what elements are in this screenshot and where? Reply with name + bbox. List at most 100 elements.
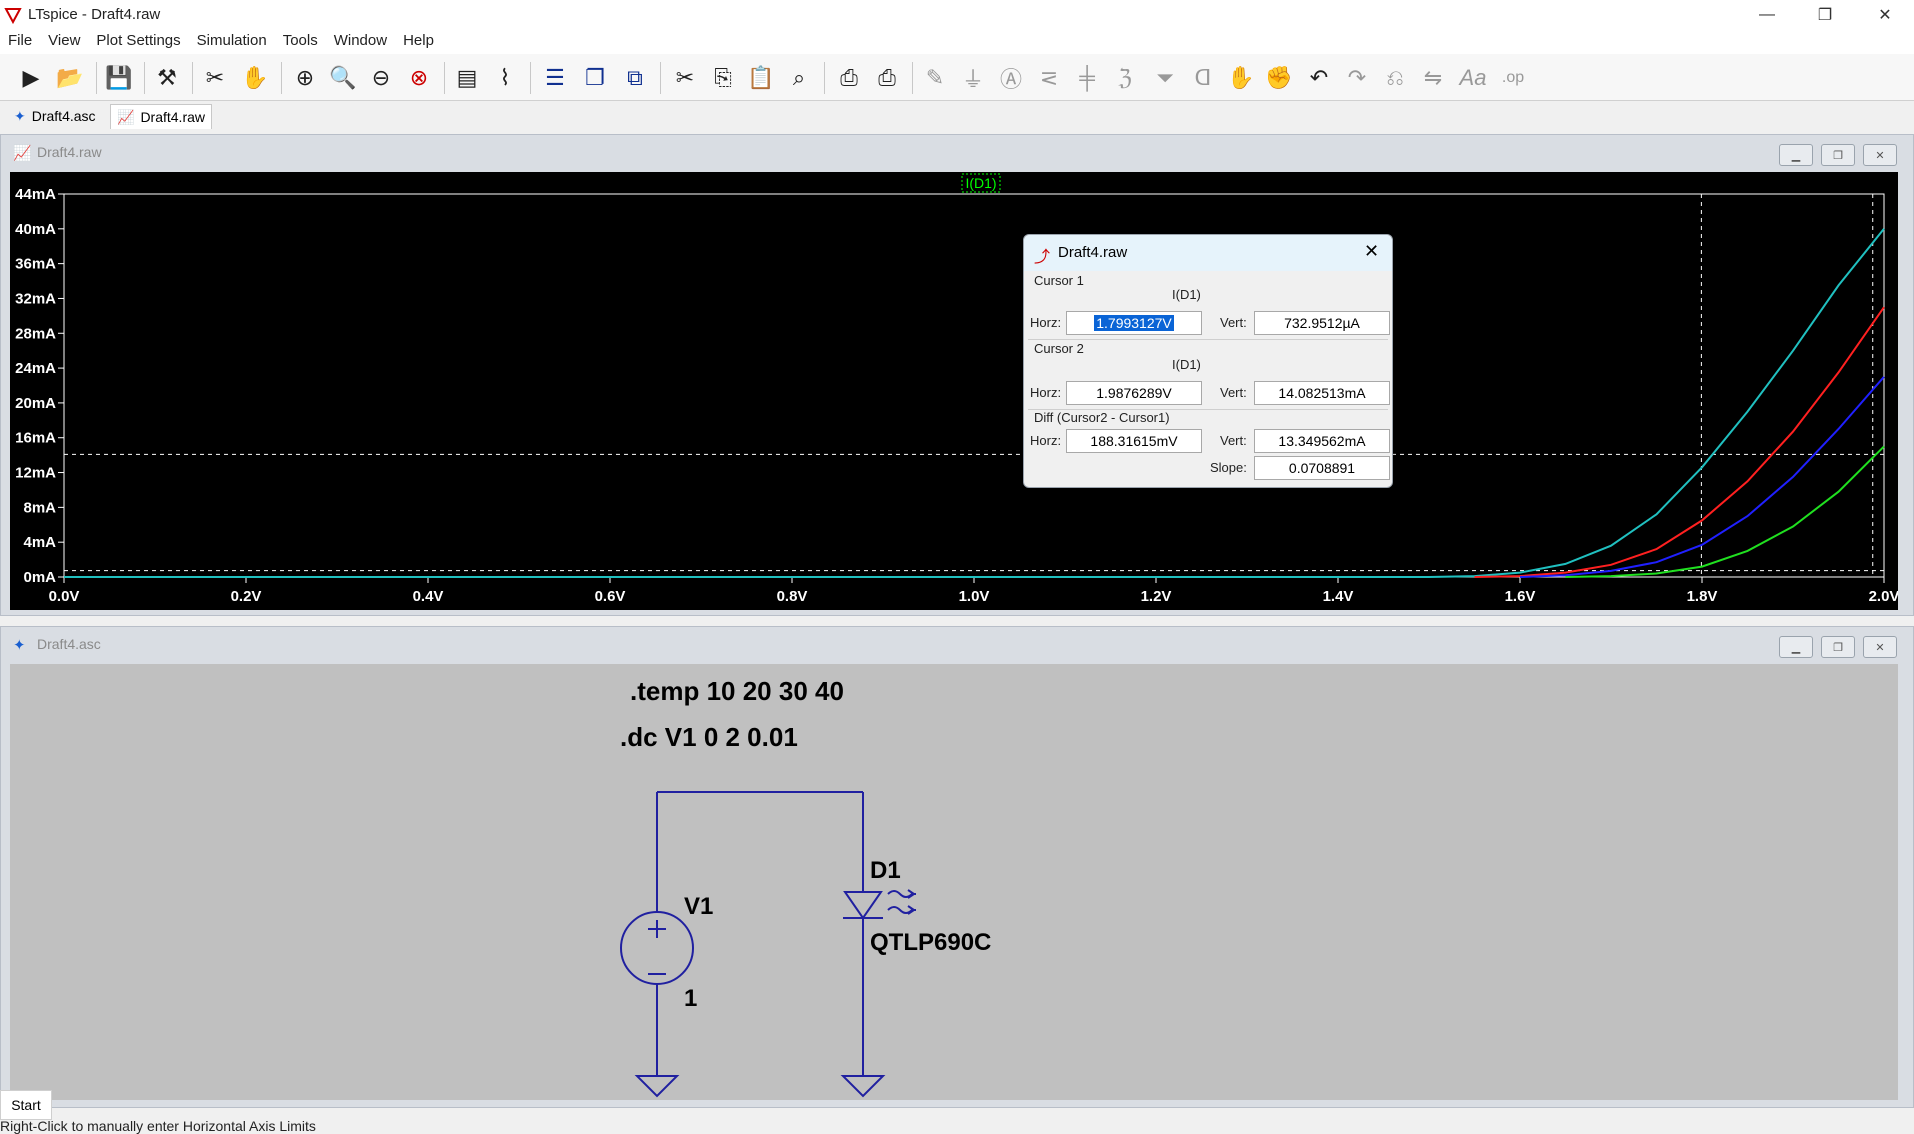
- x-tick-label[interactable]: 2.0V: [1869, 588, 1900, 605]
- diode-model[interactable]: QTLP690C: [870, 929, 991, 956]
- plot-maximize-button[interactable]: ❐: [1821, 144, 1855, 166]
- x-tick-label[interactable]: 0.6V: [595, 588, 626, 605]
- title-bar: LTspice - Draft4.raw — ❐ ✕: [0, 0, 1914, 30]
- cut-icon[interactable]: ✂: [670, 63, 700, 93]
- x-tick-label[interactable]: 0.2V: [231, 588, 262, 605]
- menu-view[interactable]: View: [40, 30, 88, 54]
- tab-label: Draft4.raw: [140, 109, 206, 125]
- cursor2-vert-field[interactable]: 14.082513mA: [1254, 381, 1390, 405]
- rotate-icon[interactable]: ⎌: [1380, 63, 1410, 93]
- voltage-source-icon[interactable]: [620, 911, 694, 985]
- menu-plot-settings[interactable]: Plot Settings: [88, 30, 188, 54]
- paste-icon[interactable]: 📋: [746, 63, 776, 93]
- diode-name[interactable]: D1: [870, 857, 901, 884]
- slope-field[interactable]: 0.0708891: [1254, 456, 1390, 480]
- tile-vertical-icon[interactable]: ⧉: [620, 63, 650, 93]
- plot-close-button[interactable]: ✕: [1863, 144, 1897, 166]
- diff-vert-field[interactable]: 13.349562mA: [1254, 429, 1390, 453]
- mirror-icon[interactable]: ⇋: [1418, 63, 1448, 93]
- cursor1-horz-field[interactable]: 1.7993127V: [1066, 311, 1202, 335]
- halt-icon[interactable]: ✂: [200, 63, 230, 93]
- menu-file[interactable]: File: [0, 30, 40, 54]
- restore-button[interactable]: ❐: [1796, 0, 1854, 30]
- zoom-area-icon[interactable]: 🔍: [328, 63, 358, 93]
- cascade-icon[interactable]: ❐: [580, 63, 610, 93]
- minimize-button[interactable]: —: [1738, 0, 1796, 30]
- plot-minimize-button[interactable]: ▁: [1779, 144, 1813, 166]
- menu-window[interactable]: Window: [326, 30, 395, 54]
- diode-icon[interactable]: [843, 889, 916, 920]
- schematic-minimize-button[interactable]: ▁: [1779, 636, 1813, 658]
- tab-draft4-asc[interactable]: ✦ Draft4.asc: [8, 104, 102, 128]
- schematic-drawing[interactable]: .temp 10 20 30 40 .dc V1 0 2 0.01 V1 1 D…: [10, 664, 1898, 1100]
- x-tick-label[interactable]: 1.0V: [959, 588, 990, 605]
- dialog-close-icon[interactable]: ✕: [1364, 241, 1379, 262]
- schematic-close-button[interactable]: ✕: [1863, 636, 1897, 658]
- x-tick-label[interactable]: 0.0V: [49, 588, 80, 605]
- trace-label[interactable]: I(D1): [965, 175, 996, 191]
- menu-tools[interactable]: Tools: [275, 30, 326, 54]
- diode-icon[interactable]: ⏷: [1150, 63, 1180, 93]
- waveform-chart[interactable]: 0mA 4mA 8mA 12mA 16mA 20mA 24mA 28mA 32mA 36mA 40m…: [10, 172, 1900, 610]
- run-icon[interactable]: ▶: [16, 63, 46, 93]
- menu-bar: File View Plot Settings Simulation Tools…: [0, 30, 1914, 54]
- print-icon[interactable]: ⎙: [834, 63, 864, 93]
- tab-draft4-raw[interactable]: 📈 Draft4.raw: [110, 104, 213, 129]
- open-icon[interactable]: 📂: [55, 63, 85, 93]
- pan-icon[interactable]: ✋: [240, 63, 270, 93]
- spice-directive-icon[interactable]: .op: [1498, 63, 1528, 93]
- find-icon[interactable]: ⌕: [784, 63, 814, 93]
- zoom-in-icon[interactable]: ⊕: [290, 63, 320, 93]
- plot-area[interactable]: 0mA 4mA 8mA 12mA 16mA 20mA 24mA 28mA 32mA 36mA 40m…: [10, 172, 1900, 610]
- cursor2-horz-field[interactable]: 1.9876289V: [1066, 381, 1202, 405]
- component-icon[interactable]: ᗡ: [1188, 63, 1218, 93]
- toolbar: ▶ 📂 💾 ⚒ ✂ ✋ ⊕ 🔍 ⊖ ⊗ ▤ ⌇ ☰ ❐ ⧉ ✂ ⎘ 📋 ⌕ ⎙ …: [0, 54, 1914, 101]
- x-tick-label[interactable]: 1.4V: [1323, 588, 1354, 605]
- close-button[interactable]: ✕: [1856, 0, 1914, 30]
- plot-window-title: Draft4.raw: [37, 144, 102, 160]
- capacitor-icon[interactable]: ╪: [1072, 63, 1102, 93]
- x-tick-label[interactable]: 0.4V: [413, 588, 444, 605]
- inductor-icon[interactable]: ℨ: [1110, 63, 1140, 93]
- move-icon[interactable]: ✋: [1226, 63, 1256, 93]
- text-icon[interactable]: Aa: [1458, 63, 1488, 93]
- source-name[interactable]: V1: [684, 893, 713, 920]
- x-tick-label[interactable]: 0.8V: [777, 588, 808, 605]
- zoom-fit-icon[interactable]: ⊗: [404, 63, 434, 93]
- autorange-icon[interactable]: ▤: [452, 63, 482, 93]
- x-tick-label[interactable]: 1.8V: [1687, 588, 1718, 605]
- cursor1-vert-field[interactable]: 732.9512µA: [1254, 311, 1390, 335]
- schematic-canvas[interactable]: .temp 10 20 30 40 .dc V1 0 2 0.01 V1 1 D…: [10, 664, 1898, 1100]
- drag-icon[interactable]: ✊: [1264, 63, 1294, 93]
- temp-directive[interactable]: .temp 10 20 30 40: [630, 676, 844, 706]
- wire-icon[interactable]: ✎: [920, 63, 950, 93]
- schematic-maximize-button[interactable]: ❐: [1821, 636, 1855, 658]
- source-value[interactable]: 1: [684, 985, 697, 1012]
- ground-icon[interactable]: [634, 1075, 680, 1098]
- series-line-4[interactable]: [1565, 445, 1885, 578]
- ground-icon[interactable]: [840, 1075, 886, 1098]
- menu-simulation[interactable]: Simulation: [189, 30, 275, 54]
- start-button[interactable]: Start: [0, 1090, 52, 1120]
- control-panel-icon[interactable]: ⚒: [152, 63, 182, 93]
- resistor-icon[interactable]: ⋜: [1034, 63, 1064, 93]
- series-line-2[interactable]: [1474, 306, 1885, 578]
- redo-icon[interactable]: ↷: [1342, 63, 1372, 93]
- print-setup-icon[interactable]: ⎙: [872, 63, 902, 93]
- dc-directive[interactable]: .dc V1 0 2 0.01: [620, 722, 798, 752]
- copy-icon[interactable]: ⎘: [708, 63, 738, 93]
- series-line-3[interactable]: [1519, 376, 1885, 578]
- cursor2-horz-label: Horz:: [1030, 385, 1062, 400]
- x-tick-label[interactable]: 1.2V: [1141, 588, 1172, 605]
- tile-horizontal-icon[interactable]: ☰: [540, 63, 570, 93]
- waveform-icon[interactable]: ⌇: [490, 63, 520, 93]
- label-icon[interactable]: Ⓐ: [996, 63, 1026, 93]
- save-icon[interactable]: 💾: [104, 63, 134, 93]
- ground-icon[interactable]: ⏚: [958, 63, 988, 93]
- menu-help[interactable]: Help: [395, 30, 442, 54]
- x-tick-label[interactable]: 1.6V: [1505, 588, 1536, 605]
- zoom-out-icon[interactable]: ⊖: [366, 63, 396, 93]
- diff-horz-field[interactable]: 188.31615mV: [1066, 429, 1202, 453]
- undo-icon[interactable]: ↶: [1304, 63, 1334, 93]
- cursor2-label: Cursor 2: [1034, 341, 1084, 356]
